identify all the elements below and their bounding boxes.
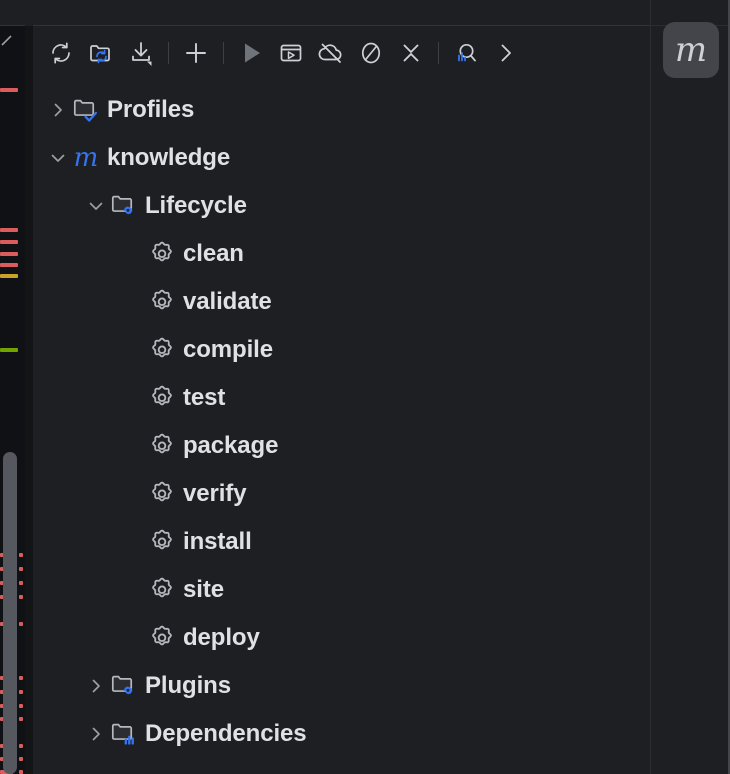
error-stripe-mark-dot[interactable] (19, 704, 23, 708)
toggle-skip-tests-icon[interactable] (351, 33, 391, 73)
maven-module-letter: m (73, 143, 99, 173)
tree-node-verify[interactable]: verify (33, 470, 650, 518)
right-tool-window-stripe: m (650, 0, 730, 774)
goal-gear-icon (147, 518, 177, 566)
tree-node-label: Dependencies (145, 720, 307, 747)
tree-node-label: deploy (183, 624, 260, 651)
tree-node-label: verify (183, 480, 247, 507)
tree-node-package[interactable]: package (33, 422, 650, 470)
error-stripe-mark-error[interactable] (0, 228, 18, 232)
error-stripe-mark-dot[interactable] (19, 553, 23, 557)
folder-check-icon (71, 86, 101, 134)
error-stripe-mark-warning[interactable] (0, 274, 18, 278)
maven-module-icon: m (71, 134, 101, 182)
tree-node-profiles[interactable]: Profiles (33, 86, 650, 134)
toolbar-separator-1 (168, 42, 169, 64)
tree-node-dependencies[interactable]: Dependencies (33, 710, 650, 758)
tree-node-label: test (183, 384, 226, 411)
more-options-icon[interactable] (486, 33, 526, 73)
error-stripe-mark-dot[interactable] (19, 567, 23, 571)
maven-tool-window: Profiles m knowledge Lifecycle clean validate… (0, 0, 730, 774)
tree-node-plugins[interactable]: Plugins (33, 662, 650, 710)
tree-node-label: package (183, 432, 279, 459)
goal-gear-icon (147, 326, 177, 374)
caret-marker-icon (1, 35, 12, 46)
tree-node-label: clean (183, 240, 244, 267)
error-stripe-mark-dot[interactable] (19, 622, 23, 626)
tree-node-deploy[interactable]: deploy (33, 614, 650, 662)
tree-node-label: validate (183, 288, 272, 315)
chevron-down-icon[interactable] (83, 182, 109, 230)
folder-chart-icon (109, 710, 139, 758)
chevron-right-icon[interactable] (45, 86, 71, 134)
add-maven-project-icon[interactable] (81, 33, 121, 73)
error-stripe-mark-error[interactable] (0, 263, 18, 267)
tree-node-clean[interactable]: clean (33, 230, 650, 278)
editor-error-stripe[interactable] (0, 0, 25, 774)
run-icon[interactable] (231, 33, 271, 73)
toggle-offline-mode-icon[interactable] (311, 33, 351, 73)
folder-gear-icon (109, 182, 139, 230)
tree-node-compile[interactable]: compile (33, 326, 650, 374)
error-stripe-mark-dot[interactable] (19, 770, 23, 774)
tree-node-site[interactable]: site (33, 566, 650, 614)
tree-node-lifecycle[interactable]: Lifecycle (33, 182, 650, 230)
error-stripe-mark-dot[interactable] (19, 581, 23, 585)
error-stripe-mark-dot[interactable] (19, 717, 23, 721)
maven-logo-icon: m (674, 30, 708, 70)
tree-node-label: compile (183, 336, 273, 363)
maven-tool-window-button[interactable]: m (663, 22, 719, 78)
show-dependency-analyzer-icon[interactable] (446, 33, 486, 73)
maven-panel: Profiles m knowledge Lifecycle clean validate… (33, 0, 650, 774)
reload-all-maven-projects-icon[interactable] (41, 33, 81, 73)
execute-maven-goal-icon[interactable] (271, 33, 311, 73)
editor-gutter-gap-top (25, 0, 33, 26)
tree-node-label: install (183, 528, 252, 555)
error-stripe-mark-dot[interactable] (19, 757, 23, 761)
goal-gear-icon (147, 230, 177, 278)
tree-node-label: Profiles (107, 96, 195, 123)
download-sources-icon[interactable] (121, 33, 161, 73)
error-stripe-mark-ok[interactable] (0, 348, 18, 352)
tree-node-knowledge[interactable]: m knowledge (33, 134, 650, 182)
chevron-right-icon[interactable] (83, 710, 109, 758)
goal-gear-icon (147, 470, 177, 518)
error-stripe-mark-dot[interactable] (19, 595, 23, 599)
chevron-down-icon[interactable] (45, 134, 71, 182)
goal-gear-icon (147, 614, 177, 662)
tree-node-label: Plugins (145, 672, 231, 699)
vertical-scrollbar-thumb[interactable] (3, 452, 17, 774)
tree-node-label: site (183, 576, 224, 603)
toolbar-separator-3 (438, 42, 439, 64)
error-stripe-mark-error[interactable] (0, 88, 18, 92)
goal-gear-icon (147, 422, 177, 470)
goal-gear-icon (147, 278, 177, 326)
toolbar-separator-2 (223, 42, 224, 64)
error-stripe-mark-dot[interactable] (19, 744, 23, 748)
add-icon[interactable] (176, 33, 216, 73)
chevron-right-icon[interactable] (83, 662, 109, 710)
error-stripe-mark-dot[interactable] (19, 676, 23, 680)
tree-node-install[interactable]: install (33, 518, 650, 566)
tree-node-label: knowledge (107, 144, 231, 171)
maven-toolbar (33, 26, 650, 80)
maven-projects-tree[interactable]: Profiles m knowledge Lifecycle clean validate… (33, 86, 650, 774)
folder-plugin-icon (109, 662, 139, 710)
goal-gear-icon (147, 566, 177, 614)
tree-node-label: Lifecycle (145, 192, 247, 219)
tree-node-validate[interactable]: validate (33, 278, 650, 326)
goal-gear-icon (147, 374, 177, 422)
editor-strip-top-edge (0, 0, 25, 26)
editor-gutter-gap (25, 0, 33, 774)
error-stripe-mark-error[interactable] (0, 252, 18, 256)
error-stripe-mark-dot[interactable] (19, 690, 23, 694)
collapse-all-icon[interactable] (391, 33, 431, 73)
error-stripe-mark-error[interactable] (0, 240, 18, 244)
tree-node-test[interactable]: test (33, 374, 650, 422)
